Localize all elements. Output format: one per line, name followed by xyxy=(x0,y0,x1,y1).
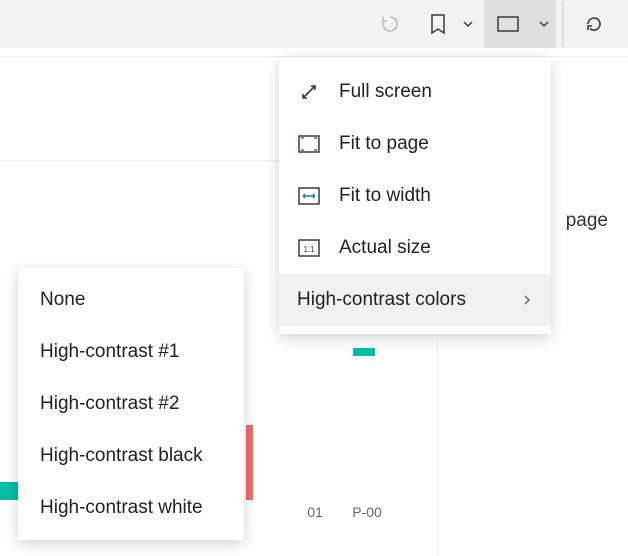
submenu-item-hc-white[interactable]: High-contrast white xyxy=(18,482,244,534)
reset-view-button[interactable] xyxy=(366,0,414,48)
menu-item-label: Fit to page xyxy=(339,133,429,155)
bookmark-icon xyxy=(429,13,447,35)
chart-bar xyxy=(246,425,253,500)
actual-size-icon: 1:1 xyxy=(297,236,321,260)
menu-item-label: High-contrast colors xyxy=(297,289,466,311)
submenu-item-none[interactable]: None xyxy=(18,274,244,326)
menu-item-fit-to-page[interactable]: Fit to page xyxy=(279,118,551,170)
refresh-button[interactable] xyxy=(570,0,618,48)
reset-icon xyxy=(380,14,400,34)
legend-swatch xyxy=(353,348,375,356)
submenu-item-hc2[interactable]: High-contrast #2 xyxy=(18,378,244,430)
vertical-divider xyxy=(437,340,438,556)
axis-tick: 01 xyxy=(290,504,340,520)
high-contrast-submenu: None High-contrast #1 High-contrast #2 H… xyxy=(18,268,244,540)
view-menu: Full screen Fit to page Fit to width 1:1… xyxy=(279,58,551,334)
divider xyxy=(0,56,628,57)
menu-item-high-contrast[interactable]: High-contrast colors xyxy=(279,274,551,326)
toolbar xyxy=(0,0,628,48)
view-rectangle-icon xyxy=(497,16,519,32)
view-mode-button[interactable] xyxy=(484,0,532,48)
chevron-down-icon xyxy=(462,18,474,30)
toolbar-separator xyxy=(562,2,564,46)
divider xyxy=(0,160,284,161)
menu-item-fit-to-width[interactable]: Fit to width xyxy=(279,170,551,222)
fit-to-width-icon xyxy=(297,184,321,208)
menu-item-actual-size[interactable]: 1:1 Actual size xyxy=(279,222,551,274)
axis-tick: P-00 xyxy=(342,504,392,520)
svg-text:1:1: 1:1 xyxy=(303,245,315,254)
bookmark-dropdown[interactable] xyxy=(462,18,474,30)
submenu-item-hc1[interactable]: High-contrast #1 xyxy=(18,326,244,378)
menu-item-full-screen[interactable]: Full screen xyxy=(279,66,551,118)
side-page-label: page xyxy=(566,210,608,232)
menu-item-label: Fit to width xyxy=(339,185,431,207)
submenu-item-label: High-contrast #1 xyxy=(40,341,179,363)
bookmark-button[interactable] xyxy=(414,0,462,48)
chevron-right-icon xyxy=(521,294,533,306)
full-screen-icon xyxy=(297,80,321,104)
refresh-icon xyxy=(584,14,604,34)
view-mode-dropdown[interactable] xyxy=(532,0,556,48)
chevron-down-icon xyxy=(538,18,550,30)
fit-to-page-icon xyxy=(297,132,321,156)
menu-item-label: Actual size xyxy=(339,237,431,259)
submenu-item-label: High-contrast #2 xyxy=(40,393,179,415)
submenu-item-label: High-contrast white xyxy=(40,497,203,519)
submenu-item-label: None xyxy=(40,289,85,311)
submenu-item-hc-black[interactable]: High-contrast black xyxy=(18,430,244,482)
menu-item-label: Full screen xyxy=(339,81,432,103)
submenu-item-label: High-contrast black xyxy=(40,445,203,467)
